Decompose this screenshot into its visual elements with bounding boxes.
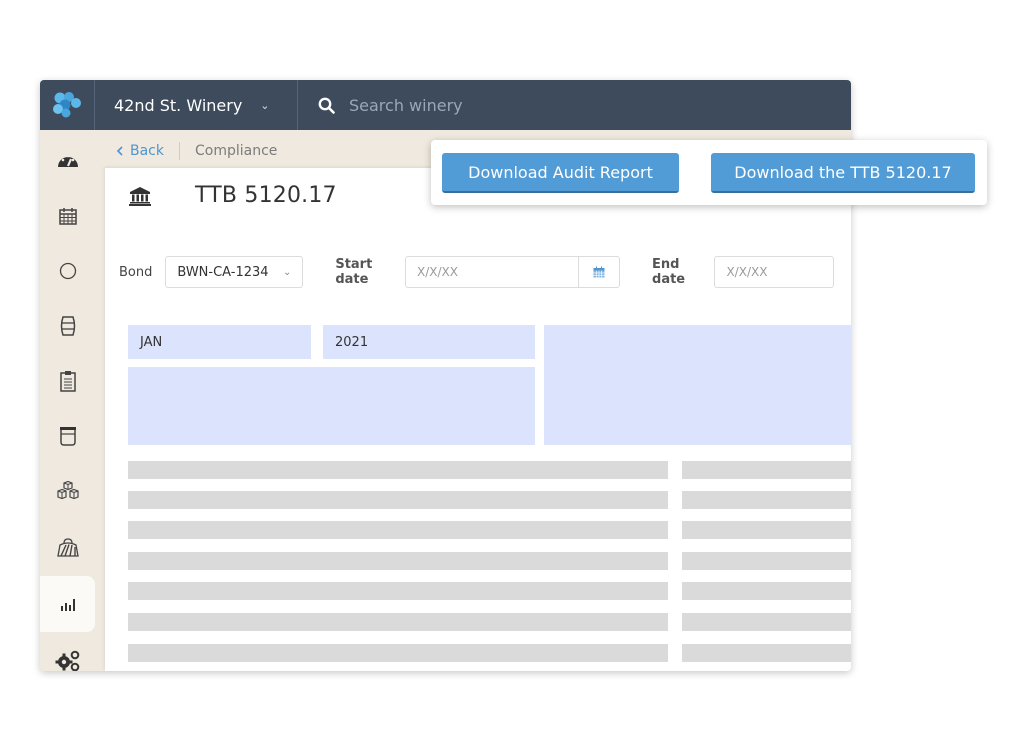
download-audit-report-button[interactable]: Download Audit Report <box>442 153 679 193</box>
sidebar-item-barrels[interactable] <box>40 298 95 354</box>
placeholder-row-cell <box>682 521 851 539</box>
placeholder-row-cell <box>682 582 851 600</box>
year-value: 2021 <box>335 335 369 350</box>
dashboard-gauge-icon <box>57 154 78 167</box>
clipboard-icon <box>59 371 76 392</box>
grapes-logo-icon <box>53 92 81 118</box>
placeholder-row-cell <box>128 582 668 600</box>
placeholder-row-cell <box>128 613 668 631</box>
sidebar <box>40 130 104 671</box>
start-date-field <box>405 256 621 288</box>
barrel-icon <box>60 316 75 336</box>
placeholder-row-cell <box>128 521 668 539</box>
logo[interactable] <box>40 80 95 130</box>
settings-gears-icon <box>55 650 79 671</box>
sidebar-item-vineyards[interactable] <box>40 519 95 575</box>
sidebar-item-inventory[interactable] <box>40 464 95 520</box>
start-date-label: Start date <box>335 257 373 287</box>
search-bar <box>298 80 851 130</box>
chevron-down-icon: ⌄ <box>282 266 292 278</box>
account-name: 42nd St. Winery <box>114 95 243 115</box>
download-ttb-button[interactable]: Download the TTB 5120.17 <box>711 153 975 193</box>
sidebar-item-circle[interactable] <box>40 243 95 299</box>
info-block-right <box>544 325 851 445</box>
calendar-icon <box>58 208 77 225</box>
placeholder-row-cell <box>128 552 668 570</box>
sidebar-item-dashboard[interactable] <box>40 132 95 188</box>
report-panel: TTB 5120.17 Bond BWN-CA-1234 ⌄ Start dat… <box>105 168 851 671</box>
bank-building-icon <box>129 186 151 206</box>
placeholder-row-cell <box>682 552 851 570</box>
filter-bar: Bond BWN-CA-1234 ⌄ Start date X/X/XX End… <box>119 256 851 288</box>
placeholder-row-cell <box>128 644 668 662</box>
calendar-icon <box>593 266 605 278</box>
placeholder-row-cell <box>682 644 851 662</box>
end-date-label: End date <box>652 257 686 287</box>
reports-chart-icon <box>60 599 75 611</box>
sidebar-item-calendar[interactable] <box>40 188 95 244</box>
start-date-input[interactable] <box>406 257 579 287</box>
breadcrumb: Back Compliance <box>116 142 277 160</box>
page-title: TTB 5120.17 <box>195 183 337 208</box>
back-link[interactable]: Back <box>116 143 164 159</box>
month-cell: JAN <box>128 325 311 359</box>
boxes-icon <box>56 481 79 500</box>
placeholder-row-cell <box>682 461 851 479</box>
start-date-calendar-button[interactable] <box>578 257 619 287</box>
placeholder-row-cell <box>682 613 851 631</box>
bond-label: Bond <box>119 264 153 280</box>
sidebar-item-reports[interactable] <box>40 576 95 632</box>
sidebar-item-tanks[interactable] <box>40 408 95 464</box>
chevron-down-icon: ⌄ <box>260 98 270 112</box>
search-input[interactable] <box>349 95 649 115</box>
year-cell: 2021 <box>323 325 535 359</box>
month-value: JAN <box>140 335 163 350</box>
vineyard-icon <box>56 538 79 557</box>
info-block-left <box>128 367 535 445</box>
circle-icon <box>59 262 76 280</box>
bond-value: BWN-CA-1234 <box>177 264 269 280</box>
placeholder-row-cell <box>682 491 851 509</box>
back-label: Back <box>130 143 164 159</box>
download-popover: Download Audit Report Download the TTB 5… <box>431 140 987 205</box>
end-date-field <box>714 256 835 288</box>
page-header: TTB 5120.17 <box>129 183 337 208</box>
breadcrumb-divider <box>179 142 180 160</box>
end-date-input[interactable] <box>715 257 834 287</box>
account-switcher[interactable]: 42nd St. Winery ⌄ <box>95 80 298 130</box>
sidebar-item-work-orders[interactable] <box>40 353 95 409</box>
tank-icon <box>59 427 76 446</box>
placeholder-row-cell <box>128 461 668 479</box>
placeholder-row-cell <box>128 491 668 509</box>
top-bar: 42nd St. Winery ⌄ <box>40 80 851 130</box>
breadcrumb-current: Compliance <box>195 143 278 159</box>
search-icon <box>318 97 335 114</box>
bond-select[interactable]: BWN-CA-1234 ⌄ <box>165 256 304 288</box>
chevron-left-icon <box>116 146 123 156</box>
sidebar-item-settings[interactable] <box>40 633 95 671</box>
